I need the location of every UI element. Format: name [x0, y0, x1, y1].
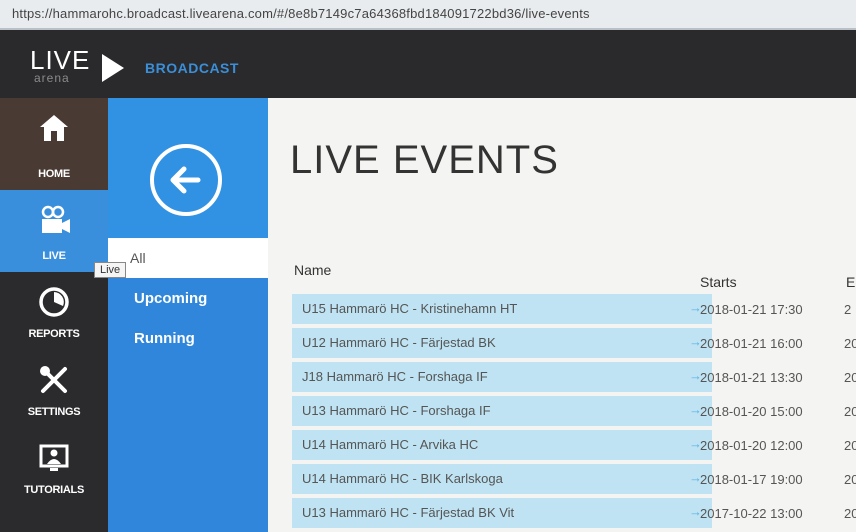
event-start: 2018-01-21 16:00: [700, 336, 803, 351]
event-end: 201: [844, 506, 856, 521]
event-end: 20: [844, 404, 856, 419]
column-header-starts[interactable]: Starts: [700, 274, 737, 290]
broadcast-label: BROADCAST: [145, 60, 239, 76]
app-header: LIVE arena BROADCAST: [0, 30, 856, 98]
filter-upcoming[interactable]: Upcoming: [134, 290, 207, 307]
event-end: 20: [844, 370, 856, 385]
arrow-left-icon: [170, 166, 201, 194]
sidebar-item-label: LIVE: [42, 250, 66, 262]
filter-all-label: All: [130, 250, 146, 266]
sidebar-item-label: HOME: [38, 168, 70, 180]
tooltip-live: Live: [94, 262, 127, 278]
table-row[interactable]: U13 Hammarö HC - Färjestad BK Vit →: [292, 498, 712, 531]
event-end: 201: [844, 472, 856, 487]
event-end: 2: [844, 302, 852, 317]
sidebar-item-label: REPORTS: [28, 328, 80, 340]
event-end: 201: [844, 438, 856, 453]
sidebar-item-reports[interactable]: REPORTS: [0, 272, 108, 350]
event-start: 2017-10-22 13:00: [700, 506, 803, 521]
tutorials-icon: [39, 444, 69, 471]
back-area: [108, 98, 268, 238]
logo-live-text: LIVE: [30, 45, 91, 75]
back-button[interactable]: [150, 144, 222, 216]
event-start: 2018-01-17 19:00: [700, 472, 803, 487]
table-row[interactable]: J18 Hammarö HC - Forshaga IF →: [292, 362, 712, 395]
event-start: 2018-01-20 12:00: [700, 438, 803, 453]
camera-icon: [41, 205, 70, 233]
url-text[interactable]: https://hammarohc.broadcast.livearena.co…: [12, 6, 590, 21]
event-name: U13 Hammarö HC - Färjestad BK Vit: [302, 505, 515, 520]
sidebar-item-label: TUTORIALS: [23, 484, 85, 496]
event-start: 2018-01-21 13:30: [700, 370, 803, 385]
sidebar-item-tutorials[interactable]: TUTORIALS: [0, 428, 108, 532]
filter-panel: All Upcoming Running: [108, 98, 268, 532]
browser-address-bar[interactable]: https://hammarohc.broadcast.livearena.co…: [0, 0, 856, 30]
table-row[interactable]: U13 Hammarö HC - Forshaga IF →: [292, 396, 712, 429]
page-title: LIVE EVENTS: [290, 138, 559, 182]
event-start: 2018-01-21 17:30: [700, 302, 803, 317]
event-name: U12 Hammarö HC - Färjestad BK: [302, 335, 496, 350]
table-row[interactable]: U14 Hammarö HC - Arvika HC →: [292, 430, 712, 463]
sidebar-item-settings[interactable]: SETTINGS: [0, 350, 108, 428]
column-header-ends[interactable]: Er: [846, 274, 856, 290]
event-name: U14 Hammarö HC - BIK Karlskoga: [302, 471, 503, 486]
sidebar: HOME LIVE REPORTS SETTINGS TUTORIALS: [0, 98, 108, 532]
sidebar-item-live[interactable]: LIVE: [0, 190, 108, 272]
play-icon: [102, 54, 124, 82]
event-name: U14 Hammarö HC - Arvika HC: [302, 437, 479, 452]
reports-icon: [39, 287, 69, 317]
table-row[interactable]: U15 Hammarö HC - Kristinehamn HT →: [292, 294, 712, 327]
livearena-logo[interactable]: LIVE arena: [30, 45, 124, 84]
column-header-name[interactable]: Name: [294, 262, 331, 278]
event-start: 2018-01-20 15:00: [700, 404, 803, 419]
main-content: LIVE EVENTS Name Starts Er U15 Hammarö H…: [268, 98, 856, 532]
settings-icon: [40, 366, 67, 393]
event-end: 20: [844, 336, 856, 351]
home-icon: [40, 115, 68, 141]
event-name: U13 Hammarö HC - Forshaga IF: [302, 403, 491, 418]
filter-running[interactable]: Running: [134, 330, 195, 347]
sidebar-item-label: SETTINGS: [27, 406, 81, 418]
filter-all[interactable]: All: [108, 238, 268, 278]
sidebar-item-home[interactable]: HOME: [0, 98, 108, 190]
table-row[interactable]: U12 Hammarö HC - Färjestad BK →: [292, 328, 712, 361]
event-name: U15 Hammarö HC - Kristinehamn HT: [302, 301, 518, 316]
event-name: J18 Hammarö HC - Forshaga IF: [302, 369, 488, 384]
table-row[interactable]: U14 Hammarö HC - BIK Karlskoga →: [292, 464, 712, 497]
